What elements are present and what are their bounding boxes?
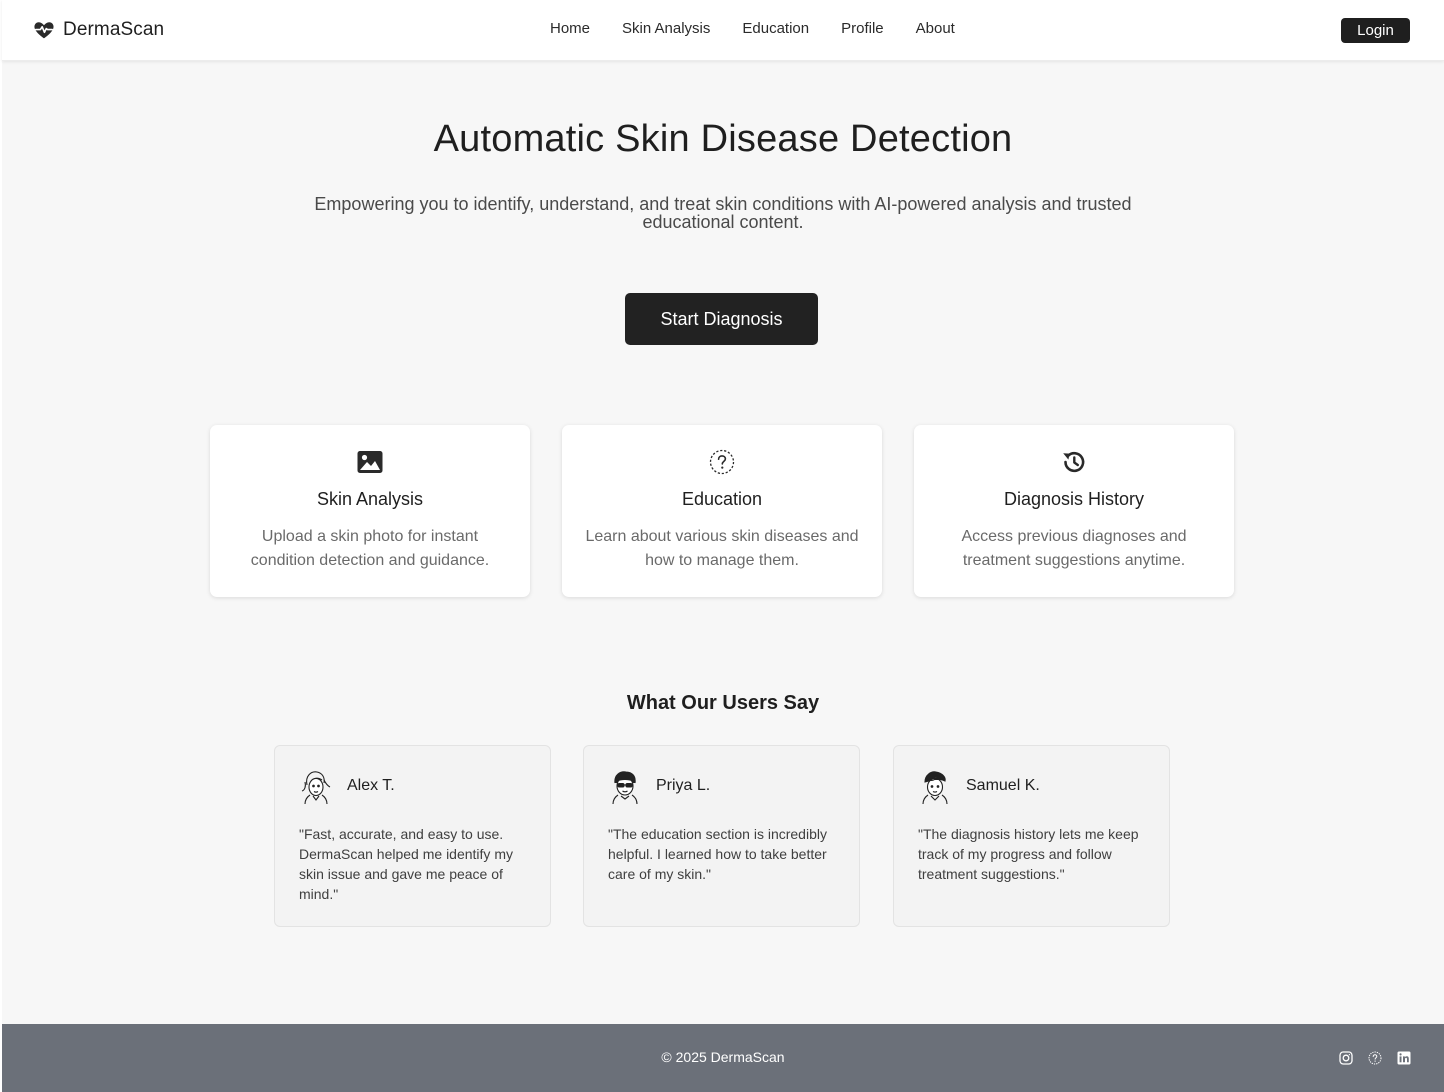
feature-card-education[interactable]: Education Learn about various skin disea… [562, 425, 882, 597]
login-button[interactable]: Login [1341, 18, 1410, 43]
testimonial-quote: "The education section is incredibly hel… [608, 826, 827, 882]
feature-title: Diagnosis History [1003, 489, 1145, 509]
feature-title: Education [681, 489, 763, 509]
nav-about[interactable]: About [916, 18, 955, 40]
page: DermaScan Home Skin Analysis Education P… [2, 0, 1444, 1092]
nav-profile[interactable]: Profile [841, 18, 884, 40]
hero-title: Automatic Skin Disease Detection [433, 118, 1013, 160]
nav-home[interactable]: Home [550, 18, 590, 40]
testimonials-title: What Our Users Say [626, 692, 820, 714]
testimonial-name: Priya L. [656, 777, 711, 794]
nav-education[interactable]: Education [742, 18, 809, 40]
avatar [916, 768, 954, 806]
feature-card-skin-analysis[interactable]: Skin Analysis Upload a skin photo for in… [210, 425, 530, 597]
feature-description: Access previous diagnoses and treatment … [961, 528, 1187, 569]
nav-skin-analysis[interactable]: Skin Analysis [622, 18, 710, 40]
instagram-icon[interactable] [1338, 1050, 1353, 1065]
history-icon [1060, 448, 1088, 476]
testimonial-name: Samuel K. [966, 777, 1040, 794]
testimonial-card: Samuel K. "The diagnosis history lets me… [893, 745, 1170, 927]
feature-title: Skin Analysis [316, 489, 424, 509]
main-nav: Home Skin Analysis Education Profile Abo… [550, 18, 955, 40]
footer: © 2025 DermaScan [2, 1024, 1444, 1092]
testimonial-card: Priya L. "The education section is incre… [583, 745, 860, 927]
start-diagnosis-button[interactable]: Start Diagnosis [625, 293, 818, 345]
feature-description: Upload a skin photo for instant conditio… [250, 528, 490, 569]
avatar [297, 768, 335, 806]
brand-name: DermaScan [63, 19, 165, 40]
testimonial-quote: "The diagnosis history lets me keep trac… [918, 826, 1139, 882]
avatar [606, 768, 644, 806]
heart-pulse-icon [33, 19, 55, 41]
question-circle-icon [708, 448, 736, 476]
image-icon [356, 448, 384, 476]
footer-copyright: © 2025 DermaScan [661, 1049, 785, 1065]
feature-card-diagnosis-history[interactable]: Diagnosis History Access previous diagno… [914, 425, 1234, 597]
testimonial-card: Alex T. "Fast, accurate, and easy to use… [274, 745, 551, 927]
help-icon[interactable] [1367, 1050, 1382, 1065]
top-navbar: DermaScan Home Skin Analysis Education P… [2, 0, 1444, 61]
linkedin-icon[interactable] [1396, 1050, 1411, 1065]
hero-subtitle: Empowering you to identify, understand, … [314, 194, 1132, 232]
brand-logo-link[interactable]: DermaScan [33, 17, 164, 43]
testimonial-quote: "Fast, accurate, and easy to use. DermaS… [299, 826, 513, 902]
testimonial-name: Alex T. [347, 777, 395, 794]
feature-description: Learn about various skin diseases and ho… [585, 528, 859, 569]
